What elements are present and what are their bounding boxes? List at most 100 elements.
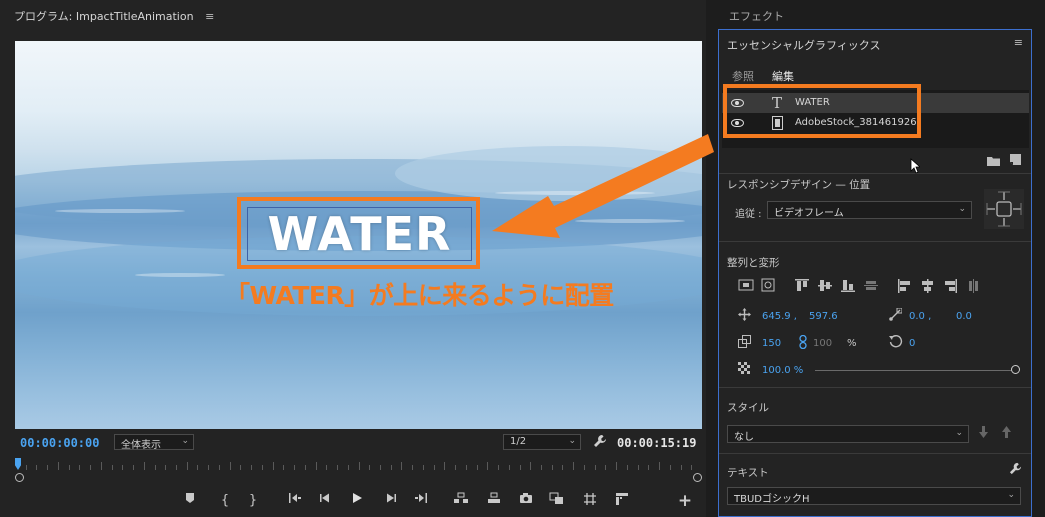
resolution-select-value: 1/2 xyxy=(510,436,527,447)
step-back-button[interactable] xyxy=(316,492,334,510)
ruler-tick xyxy=(595,465,596,470)
tab-browse[interactable]: 参照 xyxy=(732,68,754,84)
water-title-text[interactable]: WATER xyxy=(268,207,452,261)
step-forward-button[interactable] xyxy=(382,492,400,510)
zoom-scrollbar-end-handle[interactable] xyxy=(693,473,702,482)
opacity-slider-handle[interactable] xyxy=(1011,365,1020,374)
water-ripple xyxy=(55,209,185,213)
program-monitor-tab[interactable]: プログラム: ImpactTitleAnimation ≡ xyxy=(14,8,214,24)
align-vertical-center-icon[interactable] xyxy=(818,279,832,295)
divider xyxy=(719,241,1031,242)
ruler-tick xyxy=(36,465,37,470)
text-settings-wrench-icon[interactable] xyxy=(1009,462,1022,478)
position-move-icon xyxy=(738,308,751,324)
program-monitor-panel: プログラム: ImpactTitleAnimation ≡ WATER 「WAT… xyxy=(0,0,706,517)
rotation-value[interactable]: 0 xyxy=(909,338,915,349)
percent-label: % xyxy=(847,338,857,349)
ruler-tick xyxy=(305,465,306,470)
align-to-selection-icon[interactable] xyxy=(761,278,775,295)
ruler-tick xyxy=(294,465,295,470)
opacity-slider-track[interactable] xyxy=(815,370,1015,371)
title-bounding-box[interactable]: WATER xyxy=(247,207,472,261)
ruler-tick xyxy=(466,465,467,470)
go-to-in-button[interactable] xyxy=(286,492,304,510)
chevron-down-icon: ⌄ xyxy=(958,204,966,214)
play-button[interactable] xyxy=(348,492,366,510)
ruler-tick xyxy=(197,465,198,470)
ruler-tick xyxy=(584,465,585,470)
position-y-value[interactable]: 597.6 xyxy=(809,311,838,322)
ruler-tick xyxy=(681,465,682,470)
button-editor-plus-icon[interactable]: + xyxy=(676,492,694,510)
layer-highlight-box xyxy=(723,84,921,138)
align-bottom-icon[interactable] xyxy=(841,279,855,295)
align-to-video-frame-icon[interactable] xyxy=(738,279,754,294)
ruler-tick xyxy=(530,462,531,470)
anchor-point-icon xyxy=(889,307,903,324)
export-frame-camera-icon[interactable] xyxy=(517,492,535,510)
add-marker-button[interactable] xyxy=(181,492,199,510)
new-layer-icon[interactable] xyxy=(1010,154,1021,168)
divider xyxy=(719,173,1031,174)
panel-scrollbar[interactable] xyxy=(1034,29,1045,517)
link-scale-chain-icon[interactable] xyxy=(799,334,807,352)
zoom-select[interactable]: 全体表示 ⌄ xyxy=(114,434,194,451)
essential-graphics-tab-label[interactable]: エッセンシャルグラフィックス xyxy=(727,37,880,53)
panel-menu-icon[interactable]: ≡ xyxy=(205,10,214,23)
effects-panel-tab[interactable]: エフェクト xyxy=(717,0,1045,28)
mark-out-button[interactable]: } xyxy=(244,492,262,510)
chevron-down-icon: ⌄ xyxy=(181,436,189,446)
resolution-select[interactable]: 1/2 ⌄ xyxy=(503,434,581,450)
style-select[interactable]: なし ⌄ xyxy=(727,425,969,443)
playhead[interactable] xyxy=(15,458,21,470)
time-ruler[interactable] xyxy=(15,458,702,484)
align-right-icon[interactable] xyxy=(944,279,957,296)
ruler-tick xyxy=(455,465,456,470)
opacity-value[interactable]: 100.0 % xyxy=(762,365,803,376)
text-section-title: テキスト xyxy=(727,467,769,479)
chevron-down-icon: ⌄ xyxy=(955,428,963,438)
mouse-cursor-icon xyxy=(910,158,922,177)
ruler-tick xyxy=(187,462,188,470)
lift-button[interactable] xyxy=(452,492,470,510)
style-select-value: なし xyxy=(734,432,754,443)
go-to-out-button[interactable] xyxy=(412,492,430,510)
pin-to-edges-widget[interactable] xyxy=(984,189,1024,232)
follow-select[interactable]: ビデオフレーム ⌄ xyxy=(767,201,972,219)
zoom-scrollbar-start-handle[interactable] xyxy=(15,473,24,482)
align-left-icon[interactable] xyxy=(898,279,911,296)
anchor-y-value[interactable]: 0.0 xyxy=(956,311,972,322)
tab-edit[interactable]: 編集 xyxy=(772,68,794,84)
distribute-horizontal-icon[interactable] xyxy=(967,279,980,296)
align-top-icon[interactable] xyxy=(795,279,809,295)
ruler-tick xyxy=(230,462,231,470)
ruler-tick xyxy=(573,462,574,470)
ruler-tick xyxy=(316,462,317,470)
current-timecode[interactable]: 00:00:00:00 xyxy=(20,436,99,450)
ruler-tick xyxy=(659,462,660,470)
ruler-tick xyxy=(326,465,327,470)
push-style-down-arrow-icon[interactable] xyxy=(978,426,989,441)
ruler-tick xyxy=(79,465,80,470)
push-style-up-arrow-icon[interactable] xyxy=(1001,426,1012,441)
mark-in-button[interactable]: { xyxy=(216,492,234,510)
anchor-x-value[interactable]: 0.0 , xyxy=(909,311,931,322)
multicam-filmstrip-icon[interactable] xyxy=(613,492,631,510)
ruler-tick xyxy=(520,465,521,470)
panel-menu-icon[interactable]: ≡ xyxy=(1014,36,1023,49)
ruler-tick xyxy=(509,465,510,470)
font-select[interactable]: TBUDゴシックH ⌄ xyxy=(727,487,1021,505)
extract-button[interactable] xyxy=(485,492,503,510)
scale-value[interactable]: 150 xyxy=(762,338,781,349)
new-group-folder-icon[interactable] xyxy=(987,155,1000,169)
wrench-icon[interactable] xyxy=(593,434,607,452)
position-x-value[interactable]: 645.9 , xyxy=(762,311,797,322)
ruler-tick xyxy=(165,465,166,470)
distribute-vertical-icon[interactable] xyxy=(864,279,878,295)
ruler-tick xyxy=(337,465,338,470)
align-horizontal-center-icon[interactable] xyxy=(921,279,934,296)
safe-margins-grid-icon[interactable] xyxy=(581,492,599,510)
ruler-tick xyxy=(498,465,499,470)
ruler-tick xyxy=(391,465,392,470)
comparison-view-button[interactable] xyxy=(548,492,566,510)
